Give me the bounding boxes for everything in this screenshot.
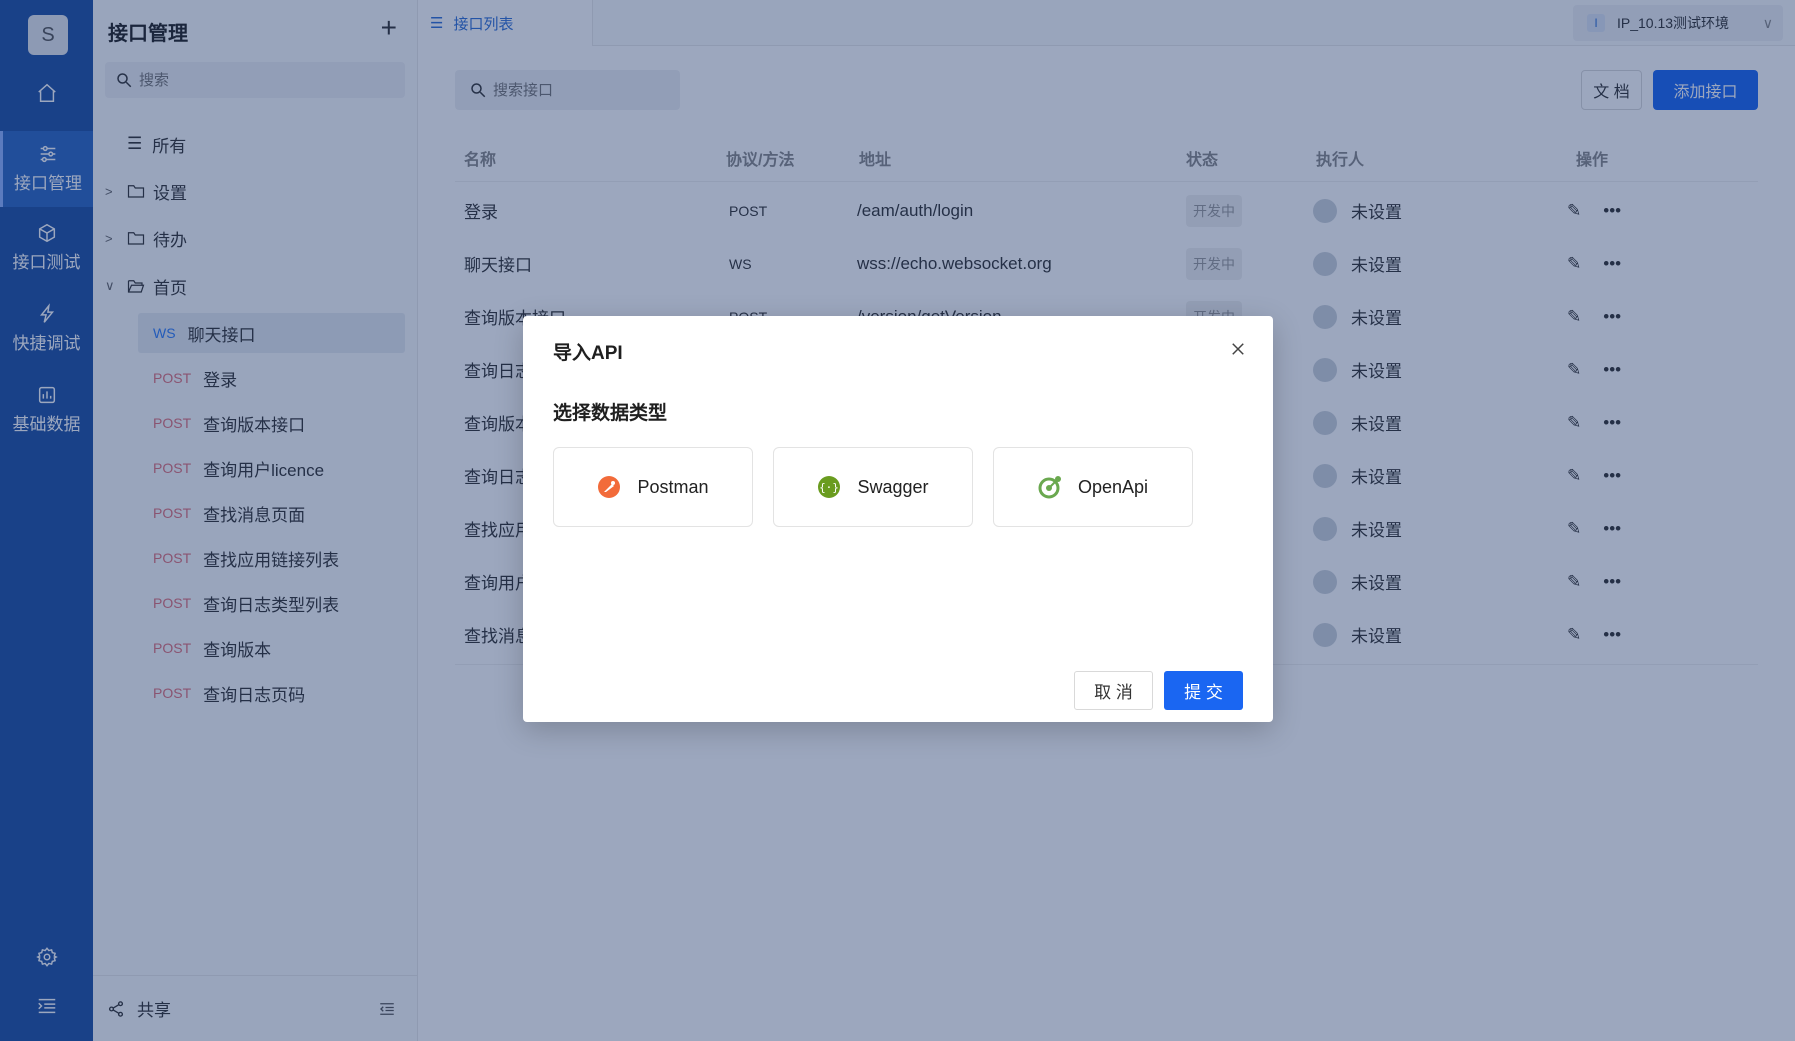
swagger-icon: {·}: [818, 476, 841, 498]
type-card-openapi[interactable]: OpenApi: [993, 447, 1193, 527]
svg-text:{·}: {·}: [820, 481, 840, 494]
type-label: Postman: [637, 476, 709, 497]
close-icon[interactable]: [1225, 336, 1251, 362]
openapi-icon: [1038, 476, 1061, 499]
type-label: Swagger: [857, 476, 929, 497]
dialog-subtitle: 选择数据类型: [553, 403, 668, 424]
type-label: OpenApi: [1077, 476, 1149, 497]
dialog-title: 导入API: [553, 343, 623, 364]
submit-button[interactable]: 提 交: [1164, 671, 1243, 710]
type-card-swagger[interactable]: {·} Swagger: [773, 447, 973, 527]
import-api-dialog: 导入API 选择数据类型 Postman {·} Swagger OpenApi…: [523, 316, 1273, 722]
type-card-postman[interactable]: Postman: [553, 447, 753, 527]
postman-icon: [598, 476, 621, 498]
cancel-button[interactable]: 取 消: [1074, 671, 1153, 710]
